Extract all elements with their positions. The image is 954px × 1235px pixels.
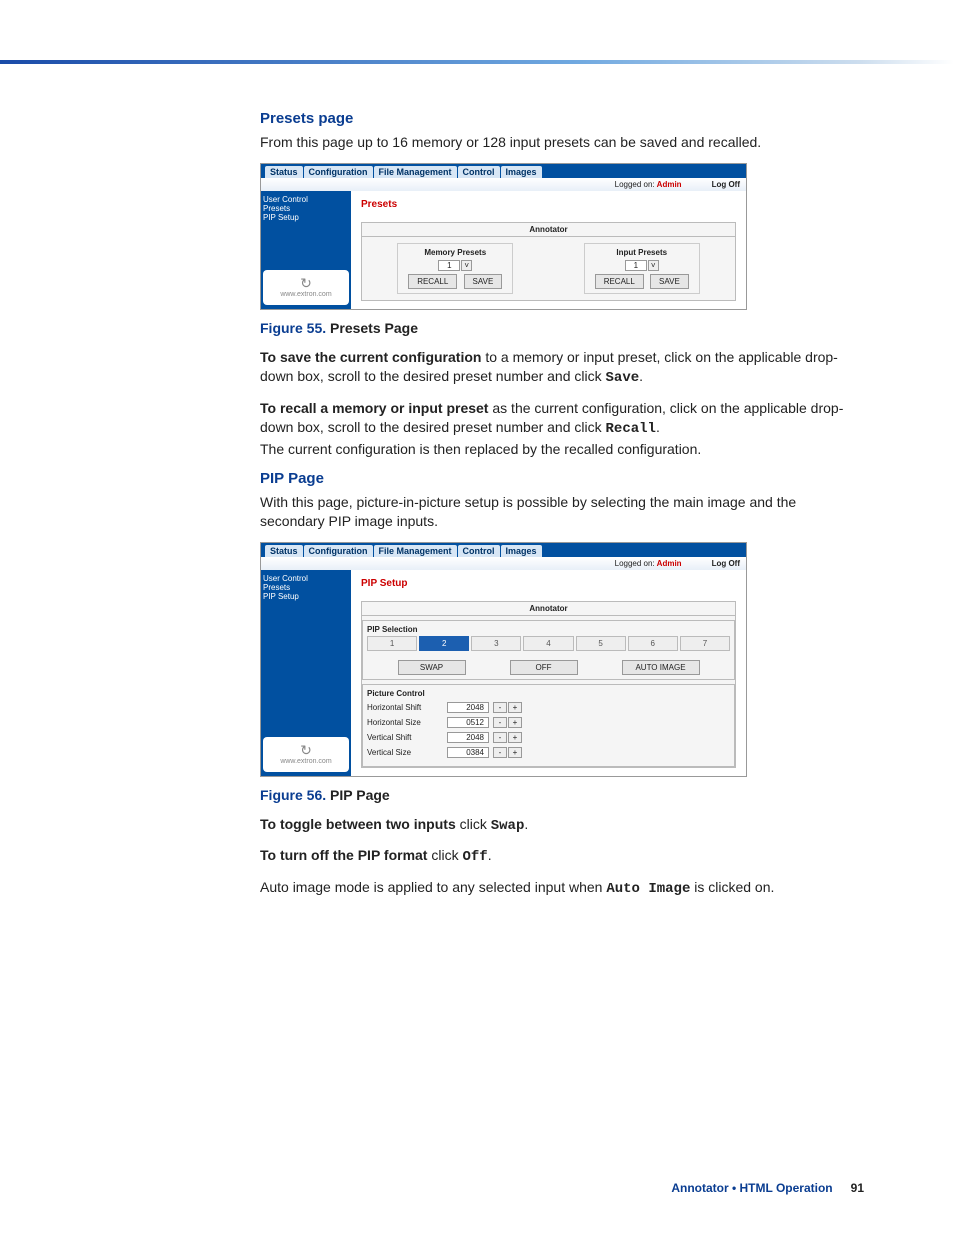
tab-images[interactable]: Images (501, 166, 542, 178)
presets-heading: Presets page (260, 110, 860, 127)
fig56-panel-title: PIP Setup (361, 578, 736, 589)
input-presets-group: Input Presets 1˅ RECALL SAVE (584, 243, 700, 294)
vshift-value[interactable]: 2048 (447, 732, 489, 743)
fig55-sidebar: User Control Presets PIP Setup ↻ www.ext… (261, 191, 351, 309)
pip-selection-label: PIP Selection (367, 625, 730, 634)
figure-55: Status Configuration File Management Con… (260, 163, 747, 310)
hsize-value[interactable]: 0512 (447, 717, 489, 728)
presets-intro: From this page up to 16 memory or 128 in… (260, 133, 860, 153)
inp-presets-label: Input Presets (593, 248, 691, 257)
log-off-link[interactable]: Log Off (712, 559, 740, 568)
inp-preset-dropdown[interactable]: 1 (625, 260, 647, 271)
swap-button[interactable]: SWAP (398, 660, 466, 675)
content: Presets page From this page up to 16 mem… (260, 110, 860, 910)
horizontal-size-row: Horizontal Size 0512 - + (367, 717, 730, 728)
tab-status[interactable]: Status (265, 545, 303, 557)
fig56-annot-title: Annotator (362, 602, 735, 616)
minus-button[interactable]: - (493, 747, 507, 758)
auto-image-instruction: Auto image mode is applied to any select… (260, 878, 860, 900)
pip-input-2[interactable]: 2 (419, 636, 469, 651)
save-instruction: To save the current configuration to a m… (260, 348, 860, 389)
mem-save-button[interactable]: SAVE (464, 274, 503, 289)
extron-logo: ↻ www.extron.com (263, 737, 349, 772)
pip-heading: PIP Page (260, 470, 860, 487)
mem-recall-button[interactable]: RECALL (408, 274, 457, 289)
figure-56: Status Configuration File Management Con… (260, 542, 747, 777)
tab-file-management[interactable]: File Management (374, 545, 457, 557)
chevron-down-icon[interactable]: ˅ (461, 260, 472, 271)
pip-input-4[interactable]: 4 (523, 636, 573, 651)
tab-file-management[interactable]: File Management (374, 166, 457, 178)
tab-configuration[interactable]: Configuration (304, 545, 373, 557)
pip-input-3[interactable]: 3 (471, 636, 521, 651)
login-row: Logged on: Admin Log Off (261, 557, 746, 570)
tab-control[interactable]: Control (458, 166, 500, 178)
off-instruction: To turn off the PIP format click Off. (260, 846, 860, 868)
picture-control-label: Picture Control (367, 689, 730, 698)
header-bar (0, 60, 954, 64)
page-footer: Annotator • HTML Operation91 (671, 1181, 864, 1195)
plus-button[interactable]: + (508, 717, 522, 728)
minus-button[interactable]: - (493, 732, 507, 743)
vertical-size-row: Vertical Size 0384 - + (367, 747, 730, 758)
fig55-panel-title: Presets (361, 199, 736, 210)
sidebar-presets[interactable]: Presets (263, 583, 349, 592)
login-row: Logged on: Admin Log Off (261, 178, 746, 191)
off-button[interactable]: OFF (510, 660, 578, 675)
tab-images[interactable]: Images (501, 545, 542, 557)
swap-instruction: To toggle between two inputs click Swap. (260, 815, 860, 837)
fig55-tabs: Status Configuration File Management Con… (261, 164, 746, 178)
pip-input-6[interactable]: 6 (628, 636, 678, 651)
auto-image-button[interactable]: AUTO IMAGE (622, 660, 700, 675)
pip-input-7[interactable]: 7 (680, 636, 730, 651)
logged-label: Logged on: (615, 180, 655, 189)
pip-input-1[interactable]: 1 (367, 636, 417, 651)
extron-logo: ↻ www.extron.com (263, 270, 349, 305)
fig56-tabs: Status Configuration File Management Con… (261, 543, 746, 557)
inp-recall-button[interactable]: RECALL (595, 274, 644, 289)
memory-presets-group: Memory Presets 1˅ RECALL SAVE (397, 243, 513, 294)
recall-instruction: To recall a memory or input preset as th… (260, 399, 860, 460)
chevron-down-icon[interactable]: ˅ (648, 260, 659, 271)
vertical-shift-row: Vertical Shift 2048 - + (367, 732, 730, 743)
horizontal-shift-row: Horizontal Shift 2048 - + (367, 702, 730, 713)
pip-input-5[interactable]: 5 (576, 636, 626, 651)
tab-status[interactable]: Status (265, 166, 303, 178)
figure-55-caption: Figure 55. Presets Page (260, 320, 860, 336)
tab-configuration[interactable]: Configuration (304, 166, 373, 178)
minus-button[interactable]: - (493, 702, 507, 713)
fig56-sidebar: User Control Presets PIP Setup ↻ www.ext… (261, 570, 351, 776)
admin-name: Admin (657, 180, 682, 189)
hshift-value[interactable]: 2048 (447, 702, 489, 713)
vsize-value[interactable]: 0384 (447, 747, 489, 758)
mem-preset-dropdown[interactable]: 1 (438, 260, 460, 271)
tab-control[interactable]: Control (458, 545, 500, 557)
plus-button[interactable]: + (508, 747, 522, 758)
sidebar-user-control[interactable]: User Control (263, 195, 349, 204)
sidebar-pip-setup[interactable]: PIP Setup (263, 592, 349, 601)
log-off-link[interactable]: Log Off (712, 180, 740, 189)
minus-button[interactable]: - (493, 717, 507, 728)
inp-save-button[interactable]: SAVE (650, 274, 689, 289)
pip-intro: With this page, picture-in-picture setup… (260, 493, 860, 532)
sidebar-user-control[interactable]: User Control (263, 574, 349, 583)
mem-presets-label: Memory Presets (406, 248, 504, 257)
sidebar-presets[interactable]: Presets (263, 204, 349, 213)
figure-56-caption: Figure 56. PIP Page (260, 787, 860, 803)
sidebar-pip-setup[interactable]: PIP Setup (263, 213, 349, 222)
plus-button[interactable]: + (508, 702, 522, 713)
plus-button[interactable]: + (508, 732, 522, 743)
fig55-annot-title: Annotator (362, 223, 735, 237)
